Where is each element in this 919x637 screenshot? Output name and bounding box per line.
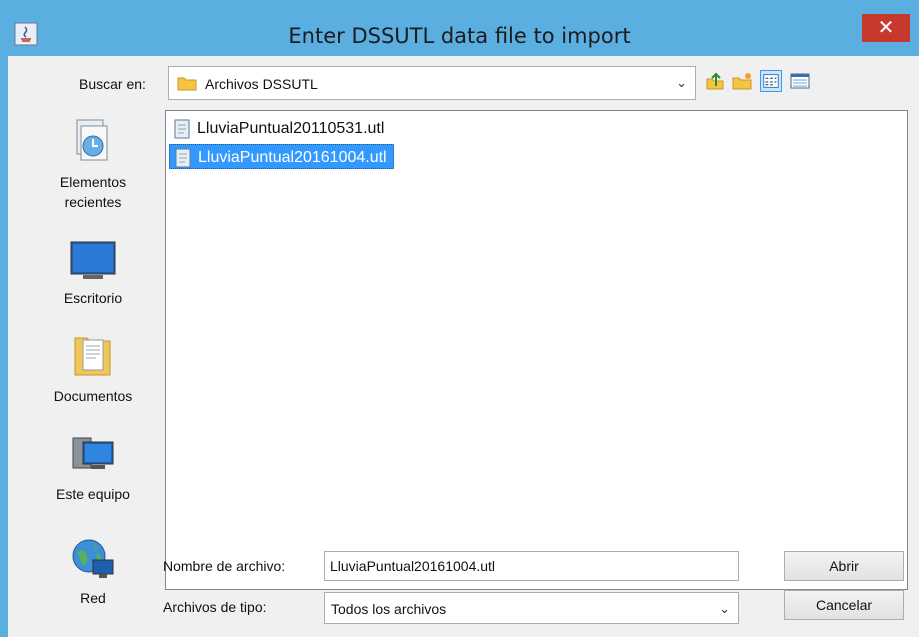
cancel-button[interactable]: Cancelar bbox=[784, 590, 904, 620]
place-label: Escritorio bbox=[63, 290, 123, 306]
details-view-icon[interactable] bbox=[789, 70, 811, 92]
place-this-pc[interactable]: Este equipo bbox=[28, 434, 158, 504]
place-label-line2: recientes bbox=[64, 194, 122, 210]
file-type-label: Archivos de tipo: bbox=[163, 599, 267, 615]
place-label: Este equipo bbox=[56, 486, 130, 502]
file-name: LluviaPuntual20161004.utl bbox=[198, 149, 387, 166]
file-name-field[interactable]: LluviaPuntual20161004.utl bbox=[324, 551, 739, 581]
chevron-down-icon: ⌄ bbox=[719, 602, 730, 617]
look-in-label: Buscar en: bbox=[79, 76, 146, 92]
file-icon bbox=[175, 148, 191, 168]
look-in-value: Archivos DSSUTL bbox=[205, 76, 318, 92]
computer-icon bbox=[72, 437, 114, 469]
file-item[interactable]: LluviaPuntual20110531.utl bbox=[169, 116, 390, 141]
folder-icon bbox=[177, 77, 197, 91]
network-icon bbox=[72, 539, 114, 578]
place-network[interactable]: Red bbox=[28, 536, 158, 608]
places-bar: Elementos recientes Escritorio Documento… bbox=[28, 110, 158, 620]
close-icon: ✕ bbox=[877, 15, 895, 39]
place-label: Elementos bbox=[59, 174, 127, 190]
file-icon bbox=[174, 119, 190, 139]
place-label: Documentos bbox=[53, 388, 133, 404]
chevron-down-icon: ⌄ bbox=[676, 76, 687, 91]
look-in-combobox[interactable]: Archivos DSSUTL ⌄ bbox=[168, 66, 696, 100]
place-label: Red bbox=[80, 590, 106, 606]
file-item[interactable]: LluviaPuntual20161004.utl bbox=[169, 144, 394, 169]
file-type-select[interactable]: Todos los archivos ⌄ bbox=[324, 592, 739, 624]
file-chooser-dialog: Enter DSSUTL data file to import ✕ Busca… bbox=[0, 0, 919, 637]
list-view-icon[interactable] bbox=[760, 70, 782, 92]
file-type-value: Todos los archivos bbox=[331, 601, 447, 617]
open-button[interactable]: Abrir bbox=[784, 551, 904, 581]
close-button[interactable]: ✕ bbox=[862, 14, 910, 42]
new-folder-icon[interactable] bbox=[731, 70, 753, 92]
title-bar[interactable]: Enter DSSUTL data file to import ✕ bbox=[0, 0, 919, 56]
desktop-icon bbox=[70, 241, 116, 279]
dialog-title: Enter DSSUTL data file to import bbox=[288, 24, 631, 48]
file-name-label: Nombre de archivo: bbox=[163, 558, 286, 574]
up-folder-icon[interactable] bbox=[704, 70, 726, 92]
recent-items-icon bbox=[76, 119, 108, 161]
place-documents[interactable]: Documentos bbox=[28, 330, 158, 406]
documents-icon bbox=[74, 337, 111, 376]
file-list[interactable]: LluviaPuntual20110531.utl LluviaPuntual2… bbox=[165, 110, 908, 590]
place-recent-items[interactable]: Elementos recientes bbox=[28, 116, 158, 212]
place-desktop[interactable]: Escritorio bbox=[28, 238, 158, 308]
file-name: LluviaPuntual20110531.utl bbox=[197, 120, 385, 137]
dialog-body: Buscar en: Archivos DSSUTL ⌄ Elementos r… bbox=[8, 56, 919, 637]
